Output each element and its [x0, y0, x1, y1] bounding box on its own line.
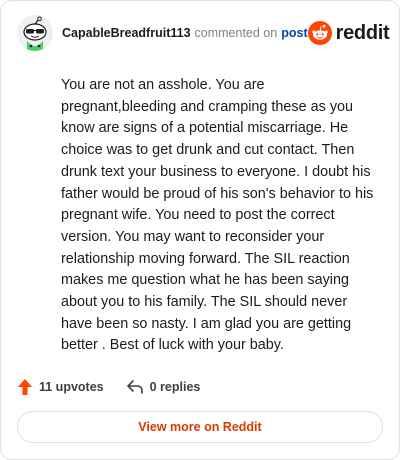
- brand-wordmark: reddit: [335, 21, 390, 44]
- view-more-button[interactable]: View more on Reddit: [17, 411, 383, 443]
- comment-body: You are not an asshole. You are pregnant…: [61, 77, 374, 354]
- comment-header: CapableBreadfruit113 commented on post r…: [17, 13, 390, 53]
- comment-actions: 11 upvotes 0 replies: [17, 375, 200, 399]
- avatar[interactable]: [17, 15, 53, 51]
- username[interactable]: CapableBreadfruit113: [62, 26, 191, 40]
- comment-card: CapableBreadfruit113 commented on post r…: [0, 0, 400, 460]
- upvote-arrow-icon: [18, 379, 32, 395]
- post-link[interactable]: post: [281, 26, 307, 40]
- reply-button[interactable]: 0 replies: [126, 379, 201, 395]
- snoo-avatar-icon: [17, 15, 53, 51]
- reddit-snoo-logo-icon: [307, 21, 332, 45]
- replies-count: 0 replies: [149, 380, 201, 394]
- comment-meta: CapableBreadfruit113 commented on post: [62, 26, 308, 40]
- reply-arrow-icon: [126, 380, 143, 394]
- commented-text: commented on: [194, 26, 278, 40]
- upvote-button[interactable]: 11 upvotes: [17, 378, 104, 396]
- upvotes-count: 11 upvotes: [39, 380, 104, 394]
- reddit-brand[interactable]: reddit: [307, 21, 390, 45]
